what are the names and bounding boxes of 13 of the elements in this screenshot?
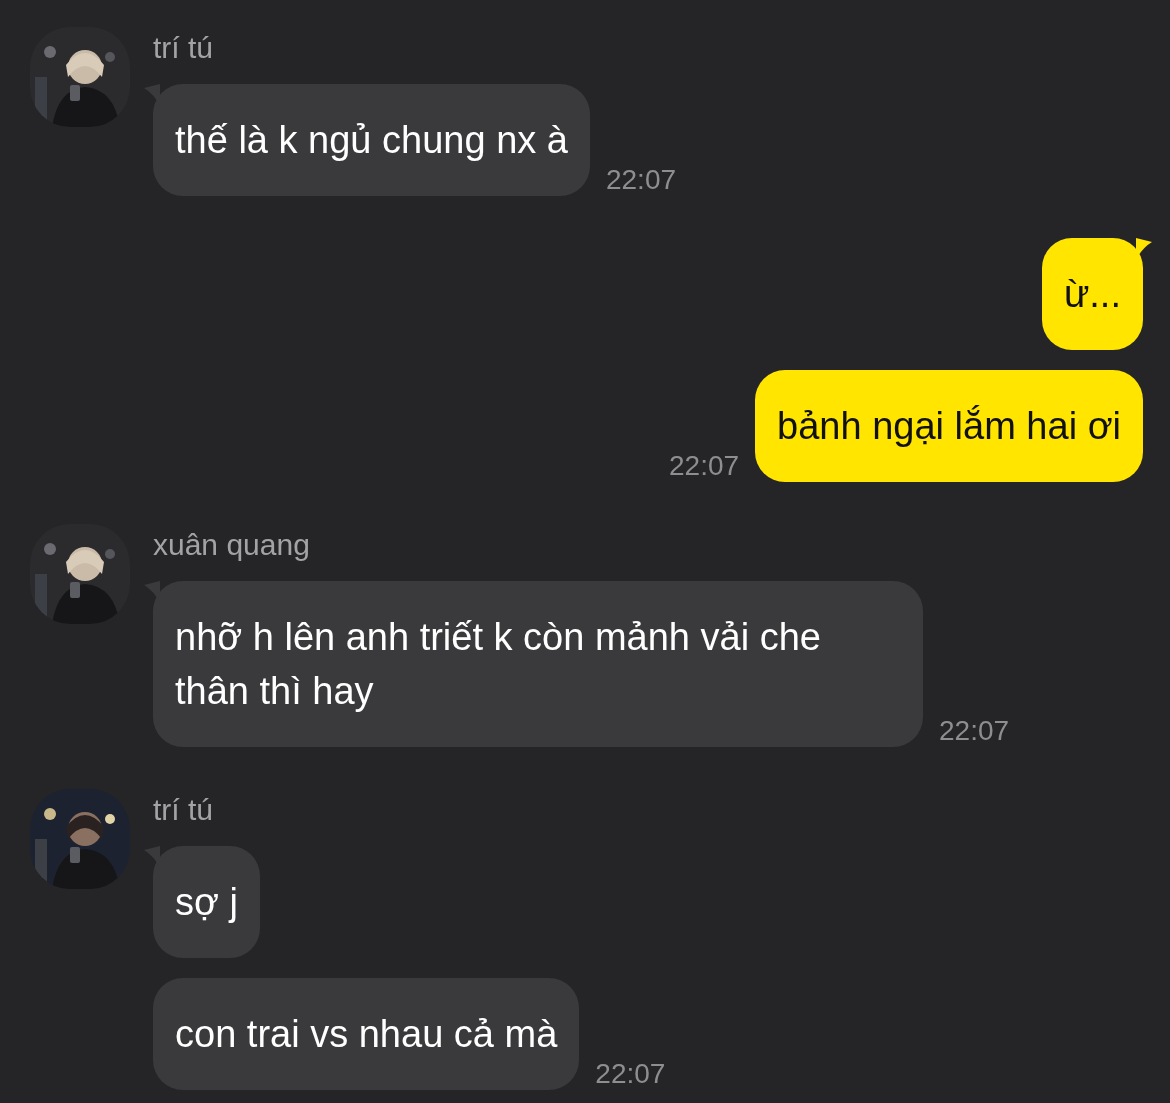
sender-name: xuân quang [153,528,310,561]
message-bubble: sợ j [153,846,260,958]
sender-name: trí tú [153,793,213,826]
sender-name: trí tú [153,31,213,64]
message-bubble: con trai vs nhau cả mà [153,978,580,1090]
message-bubble: bảnh ngại lắm hai ơi [755,370,1143,482]
message-bubble: ừ... [1041,238,1143,350]
message-bubble: nhỡ h lên anh triết k còn mảnh vải che thân thì hay [153,581,923,747]
message-time: 22:07 [595,1060,666,1088]
message-bubble: thế là k ngủ chung nx à [153,84,590,196]
message-time: 22:07 [669,452,740,480]
message-time: 22:07 [939,717,1010,745]
message-time: 22:07 [605,166,677,194]
